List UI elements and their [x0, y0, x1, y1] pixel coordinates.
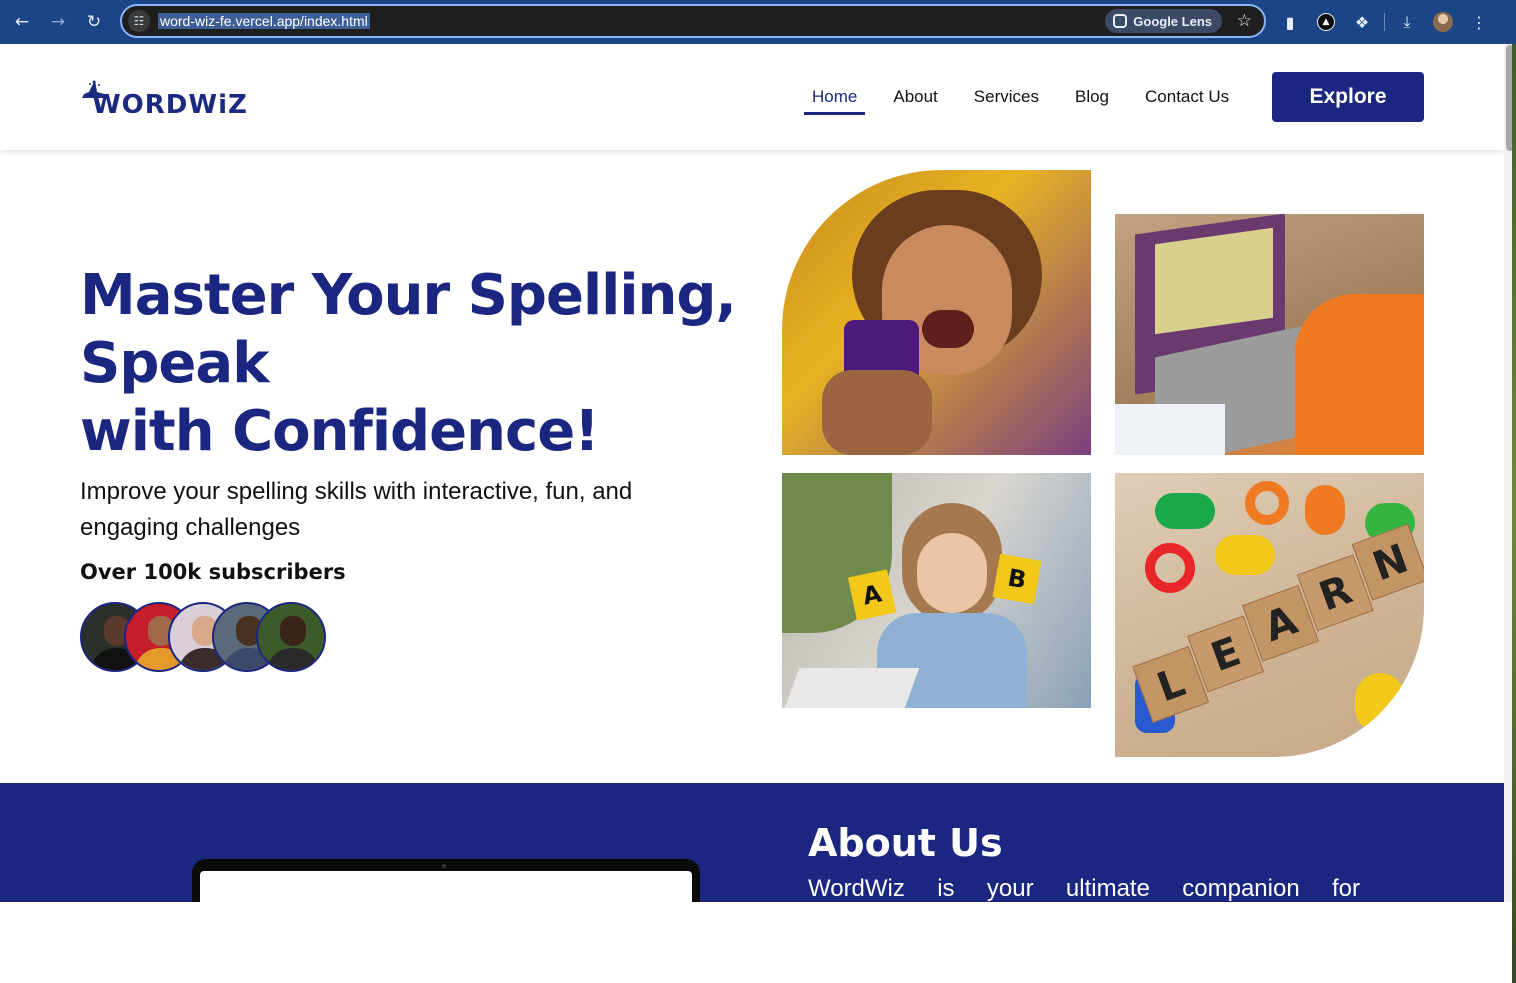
- browser-toolbar: ← → ↻ ☷ word-wiz-fe.vercel.app/index.htm…: [0, 0, 1516, 44]
- explore-button[interactable]: Explore: [1272, 72, 1424, 122]
- downloads-icon[interactable]: ⤓: [1393, 8, 1421, 36]
- site-header: WORDWiZ Home About Services Blog Contact…: [0, 44, 1504, 150]
- nav-home[interactable]: Home: [804, 84, 866, 115]
- avatar: [256, 602, 326, 672]
- subscriber-count: Over 100k subscribers: [80, 560, 346, 584]
- extensions-puzzle-icon[interactable]: ❖: [1348, 8, 1376, 36]
- logo-wordmark: WORDWiZ: [92, 90, 248, 120]
- nav-about[interactable]: About: [893, 84, 937, 115]
- hero-title-line-2: Speak: [80, 331, 269, 396]
- hero-image-child-phone: [782, 170, 1091, 455]
- google-lens-label: Google Lens: [1133, 13, 1212, 29]
- hero-title-line-3: with Confidence!: [80, 399, 600, 464]
- reload-icon[interactable]: ↻: [76, 4, 112, 40]
- browser-actions: ▮ ▲ ❖ ⤓ ⋮: [1276, 0, 1493, 44]
- letter-card-b: B: [992, 553, 1042, 605]
- site-logo[interactable]: WORDWiZ: [80, 70, 248, 120]
- main-nav: Home About Services Blog Contact Us: [804, 84, 1265, 115]
- reading-list-icon[interactable]: ▮: [1276, 8, 1304, 36]
- window-bottom-area: [0, 902, 1512, 983]
- nav-services[interactable]: Services: [974, 84, 1039, 115]
- url-text[interactable]: word-wiz-fe.vercel.app/index.html: [158, 13, 370, 29]
- back-icon[interactable]: ←: [4, 4, 40, 40]
- site-info-icon[interactable]: ☷: [128, 10, 150, 32]
- bookmark-star-icon[interactable]: ☆: [1237, 11, 1252, 31]
- desktop-edge: [1512, 44, 1516, 983]
- letter-card-a: A: [847, 569, 897, 621]
- nav-blog[interactable]: Blog: [1075, 84, 1109, 115]
- page-viewport: WORDWiZ Home About Services Blog Contact…: [0, 44, 1504, 902]
- laptop-mockup: [192, 859, 700, 902]
- hero-title: Master Your Spelling, Speak with Confide…: [80, 262, 770, 466]
- profile-avatar[interactable]: [1429, 8, 1457, 36]
- lens-icon: [1113, 14, 1128, 28]
- menu-kebab-icon[interactable]: ⋮: [1465, 8, 1493, 36]
- wizard-hat-icon: [82, 80, 108, 98]
- hero-title-line-1: Master Your Spelling,: [80, 263, 737, 328]
- hero-image-laptop-learning: [1115, 214, 1424, 455]
- laptop-screen: [200, 871, 692, 902]
- about-text: WordWiz is your ultimate companion for: [808, 875, 1360, 902]
- google-lens-button[interactable]: Google Lens: [1105, 9, 1222, 33]
- hero-image-girl-cards: A B: [782, 473, 1091, 708]
- about-section: About Us WordWiz is your ultimate compan…: [0, 783, 1504, 902]
- camera-dot: [442, 864, 446, 868]
- nav-contact-us[interactable]: Contact Us: [1145, 84, 1229, 115]
- forward-icon[interactable]: →: [40, 4, 76, 40]
- extension-a-icon[interactable]: ▲: [1312, 8, 1340, 36]
- hero-image-learn-blocks: L E A R N: [1115, 473, 1424, 757]
- toolbar-divider: [1384, 13, 1385, 31]
- hero-subtitle: Improve your spelling skills with intera…: [80, 478, 633, 541]
- address-bar[interactable]: ☷ word-wiz-fe.vercel.app/index.html Goog…: [120, 4, 1266, 38]
- about-title: About Us: [808, 821, 1003, 865]
